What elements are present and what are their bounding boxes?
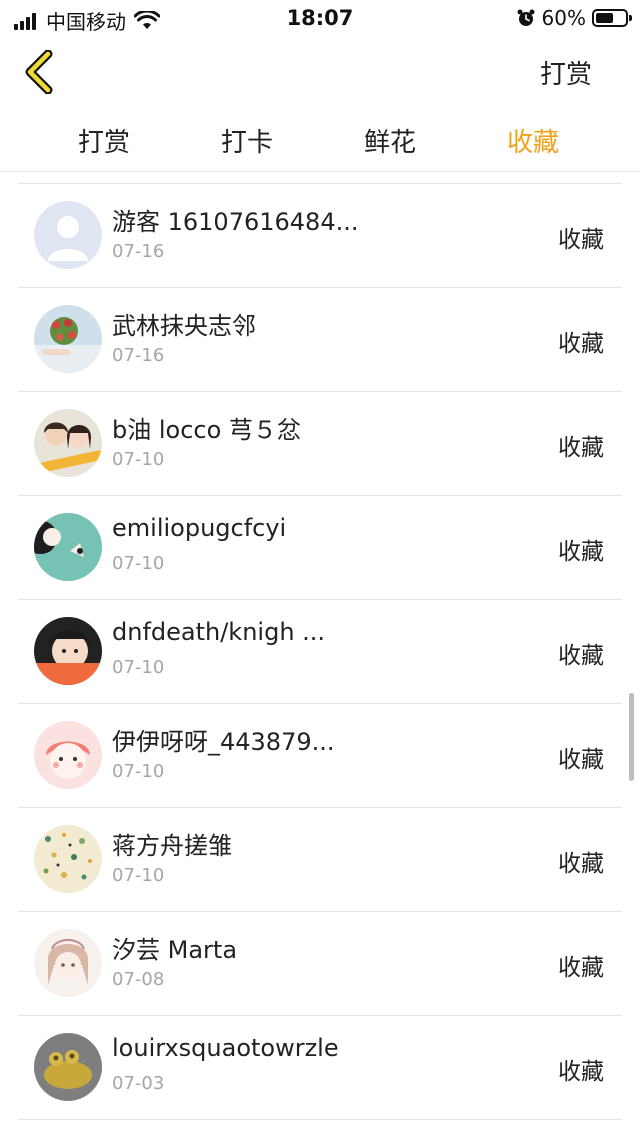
list-item[interactable]: 伊伊呀呀_443879... 07-10 收藏 bbox=[18, 704, 622, 808]
tab-checkin[interactable]: 打卡 bbox=[197, 122, 297, 159]
user-name[interactable]: b油 locco 芎５忿 bbox=[112, 410, 301, 445]
status-bar: 中国移动 18:07 60% bbox=[0, 0, 640, 36]
battery-percent: 60% bbox=[541, 6, 586, 30]
tab-bar: 打赏 打卡 鲜花 收藏 bbox=[0, 108, 640, 172]
anime-girl-avatar[interactable] bbox=[34, 929, 102, 997]
battery-fill bbox=[596, 13, 613, 23]
child-photo-avatar[interactable] bbox=[34, 617, 102, 685]
list-item[interactable]: emiliopugcfcyi 07-10 收藏 bbox=[18, 496, 622, 600]
flowers-photo-avatar[interactable] bbox=[34, 305, 102, 373]
user-name[interactable]: 汐芸 Marta bbox=[112, 930, 237, 965]
action-label: 收藏 bbox=[558, 643, 604, 669]
action-label: 收藏 bbox=[558, 851, 604, 877]
couple-photo-avatar[interactable] bbox=[34, 409, 102, 477]
action-label: 收藏 bbox=[558, 435, 604, 461]
favorite-date: 07-10 bbox=[112, 761, 165, 782]
user-name[interactable]: 游客 16107616484... bbox=[112, 202, 358, 237]
back-button[interactable] bbox=[20, 49, 64, 95]
tab-favorites[interactable]: 收藏 bbox=[483, 122, 583, 159]
illustration-avatar[interactable] bbox=[34, 513, 102, 581]
favorite-date: 07-03 bbox=[112, 1073, 165, 1094]
nav-bar: 打赏 bbox=[0, 36, 640, 108]
action-label: 收藏 bbox=[558, 955, 604, 981]
action-label: 收藏 bbox=[558, 331, 604, 357]
action-label: 收藏 bbox=[558, 539, 604, 565]
list-item[interactable]: dnfdeath/knigh ... 07-10 收藏 bbox=[18, 600, 622, 704]
tab-flowers[interactable]: 鲜花 bbox=[340, 122, 440, 159]
cartoon-face-avatar[interactable] bbox=[34, 721, 102, 789]
user-name[interactable]: emiliopugcfcyi bbox=[112, 514, 286, 542]
favorite-date: 07-10 bbox=[112, 449, 165, 470]
action-label: 收藏 bbox=[558, 1059, 604, 1085]
list-item[interactable]: 游客 16107616484... 07-16 收藏 bbox=[18, 184, 622, 288]
list-item[interactable]: louirxsquaotowrzle 07-03 收藏 bbox=[18, 1016, 622, 1120]
list-item[interactable]: 蒋方舟搓雏 07-10 收藏 bbox=[18, 808, 622, 912]
user-name[interactable]: 蒋方舟搓雏 bbox=[112, 826, 232, 861]
favorite-date: 07-16 bbox=[112, 241, 165, 262]
list-item[interactable]: b油 locco 芎５忿 07-10 收藏 bbox=[18, 392, 622, 496]
chevron-left-icon bbox=[25, 49, 53, 95]
alarm-icon bbox=[517, 9, 535, 26]
favorite-date: 07-10 bbox=[112, 553, 165, 574]
favorite-date: 07-10 bbox=[112, 865, 165, 886]
favorite-date: 07-16 bbox=[112, 345, 165, 366]
favorite-date: 07-10 bbox=[112, 657, 165, 678]
default-user-avatar[interactable] bbox=[34, 201, 102, 269]
battery-icon bbox=[592, 9, 632, 27]
scrollbar[interactable] bbox=[629, 693, 634, 781]
list-item[interactable]: 汐芸 Marta 07-08 收藏 bbox=[18, 912, 622, 1016]
terrazzo-pattern-avatar[interactable] bbox=[34, 825, 102, 893]
golden-frog-avatar[interactable] bbox=[34, 1033, 102, 1101]
tab-reward[interactable]: 打赏 bbox=[54, 122, 154, 159]
action-label: 收藏 bbox=[558, 227, 604, 253]
user-name[interactable]: 武林抹央志邻 bbox=[112, 306, 256, 341]
status-right: 60% bbox=[516, 6, 632, 30]
user-name[interactable]: louirxsquaotowrzle bbox=[112, 1034, 339, 1062]
favorite-date: 07-08 bbox=[112, 969, 165, 990]
user-name[interactable]: 伊伊呀呀_443879... bbox=[112, 722, 335, 757]
user-name[interactable]: dnfdeath/knigh ... bbox=[112, 618, 325, 646]
list-item[interactable]: 武林抹央志邻 07-16 收藏 bbox=[18, 288, 622, 392]
action-label: 收藏 bbox=[558, 747, 604, 773]
favorites-list[interactable]: 游客 16107616484... 07-16 收藏 武林抹央志邻 07-16 … bbox=[0, 172, 640, 1139]
reward-button[interactable]: 打赏 bbox=[540, 54, 592, 91]
